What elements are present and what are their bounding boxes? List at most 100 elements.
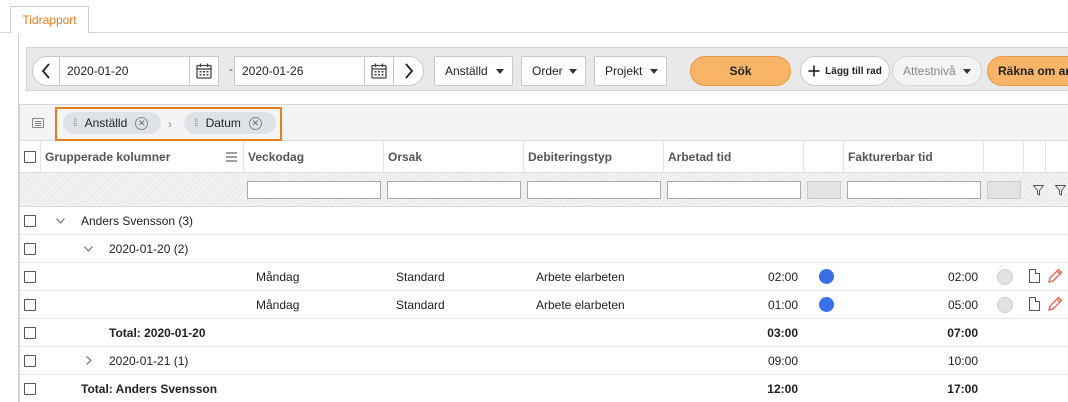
group-total-row[interactable]: Total: Anders Svensson 12:00 17:00: [20, 375, 1068, 402]
status-dot-icon: [819, 297, 834, 312]
total-billable-time: 07:00: [947, 326, 978, 340]
document-icon[interactable]: [1029, 297, 1040, 311]
cell-debit-type: Arbete elarbeten: [536, 270, 625, 284]
chevron-down-icon[interactable]: [84, 246, 93, 252]
row-checkbox[interactable]: [24, 355, 36, 367]
total-worked-time: 03:00: [767, 326, 798, 340]
row-checkbox[interactable]: [24, 215, 36, 227]
filter-debit-type-input[interactable]: [527, 181, 661, 199]
group-panel-icon: [32, 118, 44, 128]
column-header-grouped[interactable]: Grupperade kolumner: [40, 141, 244, 173]
group-row-employee[interactable]: Anders Svensson (3): [20, 207, 1068, 235]
remove-chip-icon[interactable]: ✕: [135, 116, 149, 130]
column-header-reason[interactable]: Orsak: [383, 141, 523, 173]
filter-weekday-input[interactable]: [247, 181, 381, 199]
previous-week-button[interactable]: [32, 56, 60, 86]
row-checkbox[interactable]: [24, 271, 36, 283]
toolbar: 2020-01-20 - 2020-01-26 Anställd Order P…: [26, 47, 1068, 91]
column-menu-icon[interactable]: [226, 152, 237, 162]
filter-attest-input: [987, 181, 1021, 199]
project-dropdown[interactable]: Projekt: [594, 56, 667, 86]
caret-down-icon: [963, 68, 971, 74]
table-row[interactable]: Måndag Standard Arbete elarbeten 02:00 0…: [20, 263, 1068, 291]
filter-reason-input[interactable]: [387, 181, 521, 199]
cell-worked-time: 02:00: [767, 270, 798, 284]
column-header-attest[interactable]: [983, 141, 1023, 173]
date-to-calendar-button[interactable]: [364, 56, 394, 86]
edit-pencil-icon[interactable]: [1046, 267, 1064, 285]
chevron-right-icon: ›: [168, 117, 172, 131]
employee-dropdown[interactable]: Anställd: [434, 56, 513, 86]
group-label: 2020-01-20 (2): [109, 242, 189, 256]
chevron-right-icon[interactable]: [86, 356, 92, 365]
cell-billable-time: 02:00: [947, 270, 978, 284]
group-chip-date[interactable]: ⁞⁞ Datum ✕: [184, 112, 276, 134]
cell-billable-time: 05:00: [947, 298, 978, 312]
filter-worked-time-input[interactable]: [667, 181, 801, 199]
tidrapport-page: Tidrapport 2020-01-20 - 2020-01-26 Anstä…: [0, 0, 1068, 402]
order-dropdown[interactable]: Order: [521, 56, 586, 86]
total-billable-time: 17:00: [947, 382, 978, 396]
row-checkbox[interactable]: [24, 243, 36, 255]
status-dot-icon: [819, 269, 834, 284]
date-from-calendar-button[interactable]: [189, 56, 219, 86]
filter-row: [20, 173, 1068, 207]
tab-tidrapport[interactable]: Tidrapport: [10, 6, 89, 34]
filter-billable-time-input[interactable]: [847, 181, 981, 199]
group-billable-time: 10:00: [947, 354, 978, 368]
row-checkbox[interactable]: [24, 299, 36, 311]
column-header-edit[interactable]: [1045, 141, 1068, 173]
column-header-debit-type[interactable]: Debiteringstyp: [523, 141, 663, 173]
remove-chip-icon[interactable]: ✕: [248, 116, 262, 130]
row-checkbox[interactable]: [24, 383, 36, 395]
add-row-label: Lägg till rad: [825, 65, 882, 77]
cell-weekday: Måndag: [256, 298, 300, 312]
date-from-input[interactable]: 2020-01-20: [59, 56, 190, 86]
group-row-date[interactable]: 2020-01-21 (1) 09:00 10:00: [20, 347, 1068, 375]
drag-handle-icon[interactable]: ⁞⁞: [194, 118, 198, 129]
attest-status-icon[interactable]: [997, 297, 1013, 313]
select-all-checkbox[interactable]: [24, 151, 36, 163]
add-row-button[interactable]: Lägg till rad: [800, 56, 890, 86]
column-header-billable-time[interactable]: Fakturerbar tid: [843, 141, 983, 173]
document-icon[interactable]: [1029, 269, 1040, 283]
cell-reason: Standard: [396, 270, 445, 284]
time-report-grid: ⁞⁞ Anställd ✕ › ⁞⁞ Datum ✕ Grupperade ko…: [19, 104, 1068, 402]
caret-down-icon: [496, 68, 504, 74]
group-chip-employee[interactable]: ⁞⁞ Anställd ✕: [63, 112, 161, 134]
group-worked-time: 09:00: [767, 354, 798, 368]
caret-down-icon: [650, 68, 658, 74]
tab-bar: Tidrapport: [0, 0, 1068, 34]
group-row-date[interactable]: 2020-01-20 (2): [20, 235, 1068, 263]
cell-debit-type: Arbete elarbeten: [536, 298, 625, 312]
recalculate-button[interactable]: Räkna om arbe: [987, 56, 1068, 86]
date-to-input[interactable]: 2020-01-26: [234, 56, 365, 86]
date-separator: -: [229, 62, 233, 76]
column-header-worked-time[interactable]: Arbetad tid: [663, 141, 803, 173]
employee-dropdown-label: Anställd: [445, 64, 488, 78]
cell-weekday: Måndag: [256, 270, 300, 284]
group-chip-date-label: Datum: [205, 116, 241, 130]
attest-status-icon[interactable]: [997, 269, 1013, 285]
total-label: Total: 2020-01-20: [109, 326, 206, 340]
filter-icon[interactable]: [1055, 185, 1066, 196]
group-panel: ⁞⁞ Anställd ✕ › ⁞⁞ Datum ✕: [20, 105, 1068, 141]
caret-down-icon: [569, 68, 577, 74]
column-header-note[interactable]: [1023, 141, 1045, 173]
chevron-down-icon[interactable]: [56, 218, 65, 224]
project-dropdown-label: Projekt: [605, 64, 643, 78]
table-row[interactable]: Måndag Standard Arbete elarbeten 01:00 0…: [20, 291, 1068, 319]
filter-icon[interactable]: [1033, 185, 1044, 196]
calendar-icon: [196, 63, 212, 79]
edit-pencil-icon[interactable]: [1046, 295, 1064, 313]
drag-handle-icon[interactable]: ⁞⁞: [73, 118, 77, 129]
chevron-right-icon: [404, 63, 413, 79]
column-header-weekday[interactable]: Veckodag: [243, 141, 383, 173]
search-button[interactable]: Sök: [690, 56, 791, 86]
group-total-row[interactable]: Total: 2020-01-20 03:00 07:00: [20, 319, 1068, 347]
attest-level-dropdown[interactable]: Attestnivå: [892, 56, 982, 86]
row-checkbox[interactable]: [24, 327, 36, 339]
column-header-status[interactable]: [803, 141, 843, 173]
chevron-left-icon: [41, 63, 50, 79]
next-week-button[interactable]: [393, 56, 424, 86]
